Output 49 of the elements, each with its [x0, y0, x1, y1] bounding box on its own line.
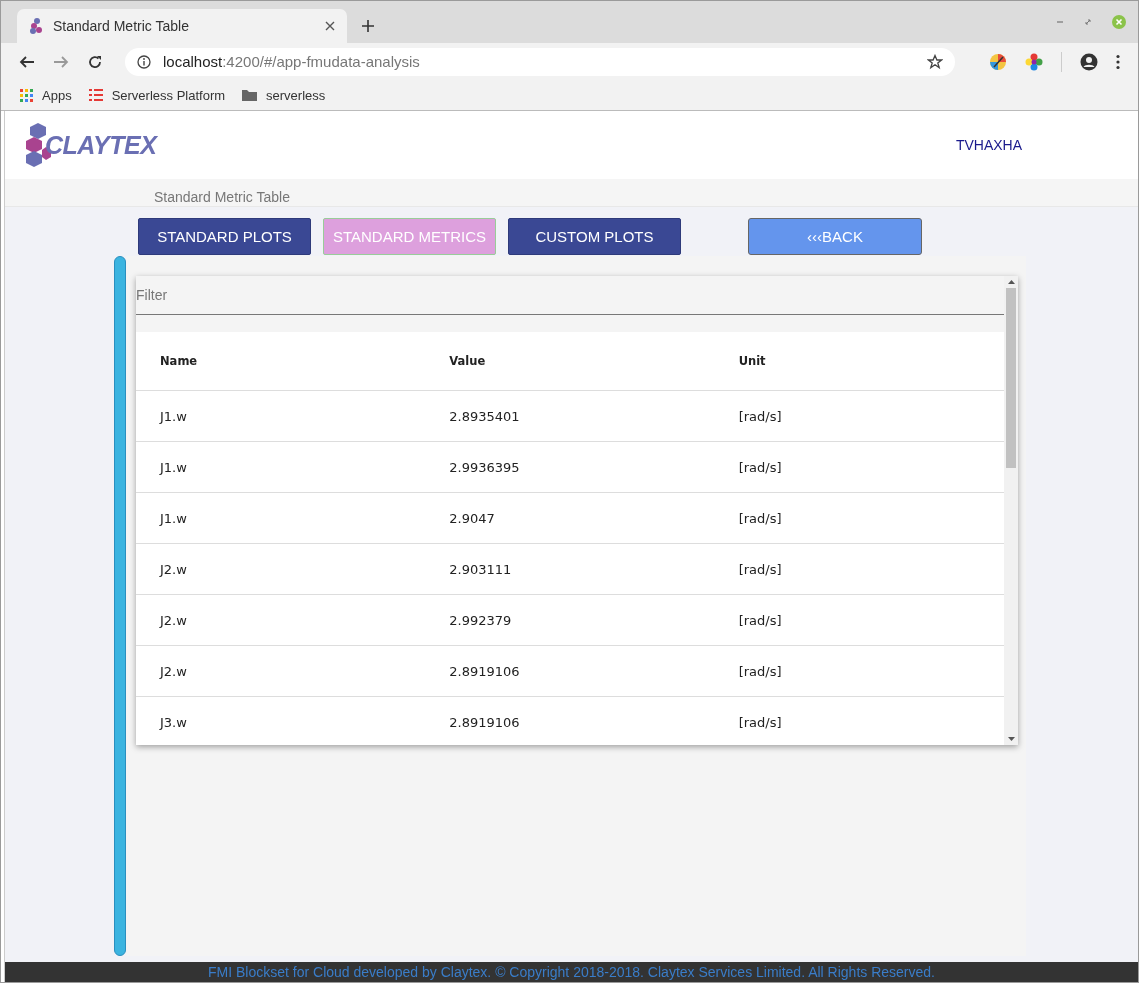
color-wheel-icon[interactable]: [1025, 52, 1043, 71]
page-title: Standard Metric Table: [154, 189, 290, 206]
column-header[interactable]: Value: [425, 332, 715, 391]
tab-title: Standard Metric Table: [53, 18, 190, 34]
table-cell: J1.w: [136, 390, 426, 442]
table-cell: J1.w: [136, 441, 426, 493]
bookmark-link[interactable]: serverless: [242, 87, 326, 103]
account-icon[interactable]: [1080, 52, 1098, 71]
info-icon: [137, 54, 151, 69]
close-icon[interactable]: [325, 21, 335, 31]
url-text: localhost:4200/#/app-fmudata-analysis: [163, 53, 421, 70]
table-cell: J2.w: [136, 543, 426, 595]
scrollbar[interactable]: [1004, 276, 1018, 745]
footer-text: FMI Blockset for Cloud developed by Claytex. © Copyright 2018-2018. Claytex Services Limited. All Rights Reserved.: [5, 962, 1138, 982]
bookmark-link[interactable]: Serverless Platform: [88, 87, 226, 103]
table-cell: 2.8935401: [425, 390, 715, 442]
table-cell: 2.9047: [425, 492, 715, 544]
address-bar[interactable]: localhost:4200/#/app-fmudata-analysis: [125, 47, 955, 76]
claytex-logo: CLAYTEX: [25, 123, 157, 167]
table-cell: 2.8919106: [425, 696, 715, 745]
bookmark-link[interactable]: Apps: [20, 87, 72, 103]
reload-icon[interactable]: [87, 53, 103, 70]
new-tab-icon[interactable]: [361, 19, 375, 33]
color-picker-icon[interactable]: [989, 52, 1007, 71]
table-cell: 2.992379: [425, 594, 715, 646]
scroll-up-icon[interactable]: [1007, 280, 1015, 284]
nav-button[interactable]: CUSTOM PLOTS: [508, 218, 681, 255]
browser-tab[interactable]: Standard Metric Table: [17, 9, 347, 43]
star-icon[interactable]: [927, 53, 943, 70]
table-cell: 2.903111: [425, 543, 715, 595]
list-icon: [88, 89, 103, 101]
column-header[interactable]: Name: [136, 332, 426, 391]
restore-icon[interactable]: [1084, 18, 1092, 26]
username: TVHAXHA: [955, 137, 1022, 153]
nav-button[interactable]: STANDARD PLOTS: [138, 218, 311, 255]
scrollbar-thumb[interactable]: [1006, 288, 1016, 468]
back-arrow-icon[interactable]: [19, 53, 35, 70]
table-cell: J1.w: [136, 492, 426, 544]
table-cell: J3.w: [136, 696, 426, 745]
folder-icon: [242, 89, 258, 101]
table-cell: J2.w: [136, 645, 426, 697]
table-cell: 2.8919106: [425, 645, 715, 697]
scroll-down-icon[interactable]: [1007, 737, 1015, 741]
table-cell: 2.9936395: [425, 441, 715, 493]
forward-arrow-icon[interactable]: [53, 53, 69, 70]
grid-icon: [20, 88, 33, 102]
table-cell: J2.w: [136, 594, 426, 646]
more-menu-icon[interactable]: [1116, 53, 1120, 70]
filter-field[interactable]: Filter: [136, 276, 1004, 315]
